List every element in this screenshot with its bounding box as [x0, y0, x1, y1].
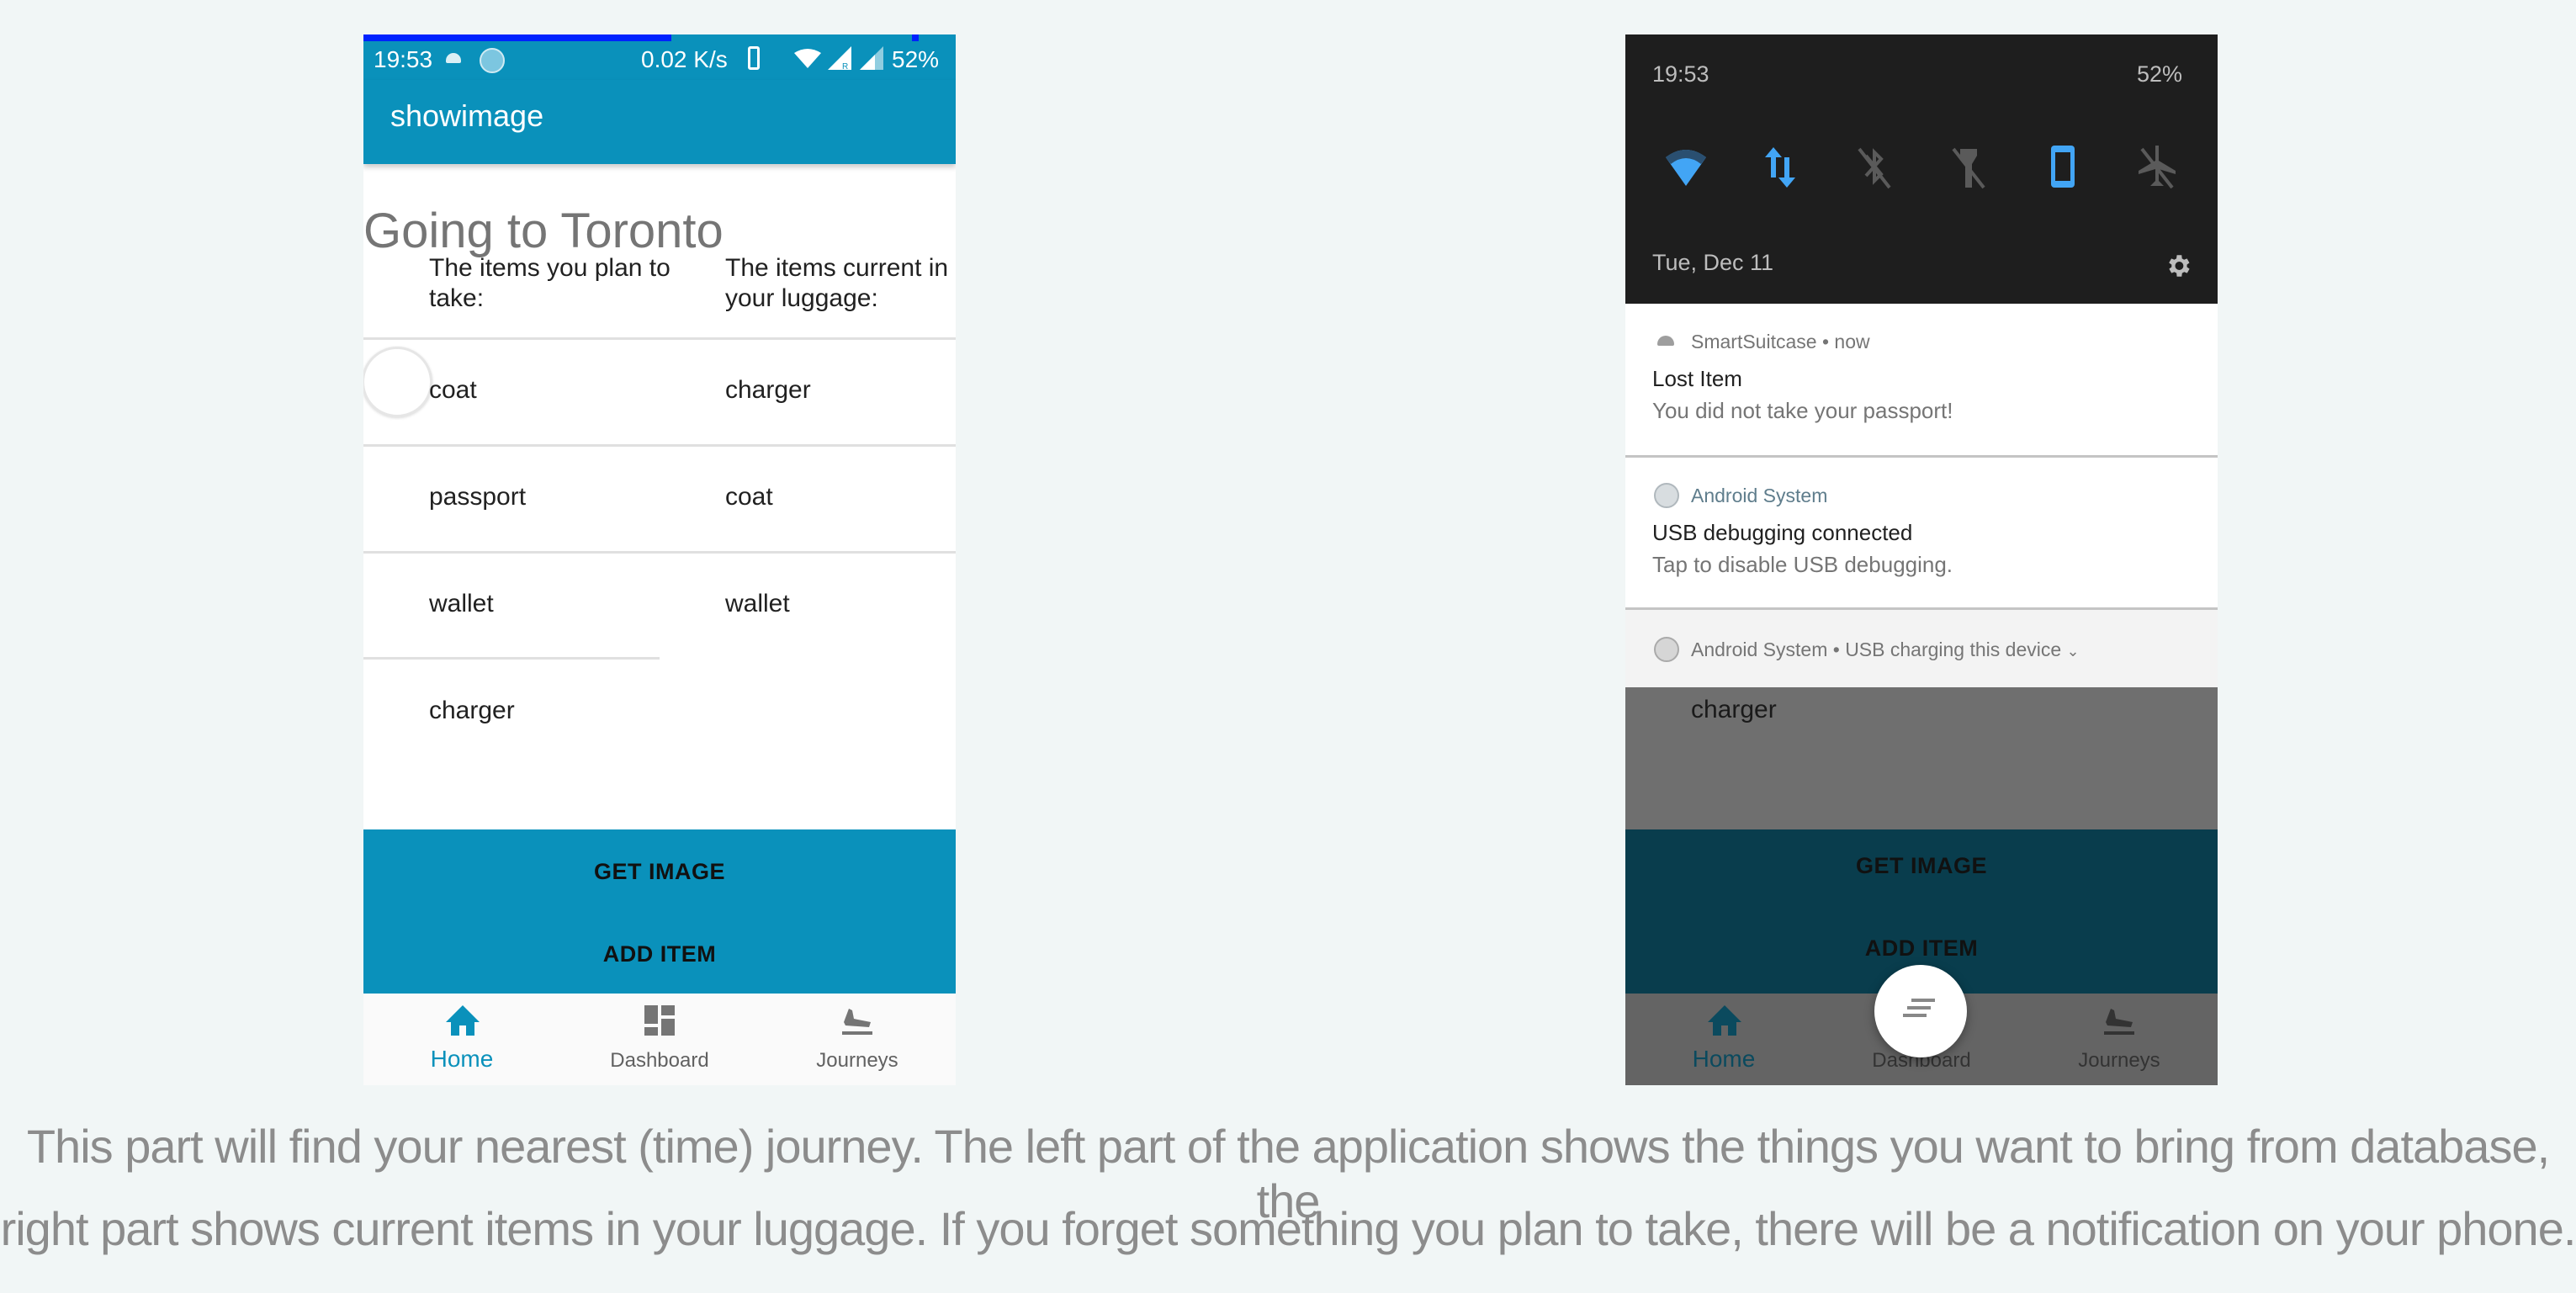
shade-battery: 52% — [2137, 61, 2183, 87]
touch-ripple — [363, 347, 432, 417]
planned-item[interactable]: coat — [429, 376, 477, 405]
home-icon — [1708, 1005, 1741, 1036]
separator: • — [1816, 331, 1835, 352]
notification-overflow-button[interactable] — [1874, 965, 1967, 1057]
divider — [363, 337, 956, 340]
vibrate-icon — [748, 46, 760, 70]
dimmed-list: charger — [1625, 687, 2218, 829]
divider — [363, 551, 956, 554]
chevron-down-icon[interactable]: ⌄ — [2067, 643, 2080, 660]
wifi-icon[interactable] — [1662, 144, 1709, 191]
notification-app: Android System — [1691, 485, 1828, 506]
settings-gear-icon[interactable] — [2164, 252, 2192, 280]
notification-time: now — [1834, 331, 1870, 352]
signal-icon — [860, 46, 883, 70]
bottom-nav: Home Dashboard Journeys — [363, 994, 956, 1085]
android-icon — [1657, 336, 1674, 346]
notification-title: USB debugging connected — [1652, 520, 1913, 545]
nav-journeys[interactable]: Journeys — [759, 994, 956, 1085]
add-item-button: ADD ITEM — [1864, 935, 1979, 961]
bluetooth-off-icon[interactable] — [1851, 144, 1898, 191]
shade-time: 19:53 — [1652, 61, 1709, 87]
wifi-icon — [794, 49, 821, 68]
nav-label: Home — [430, 1046, 494, 1072]
flight-land-icon — [2104, 1009, 2134, 1035]
right-phone-screen: 19:53 52% Tue, Dec 11 SmartSuitcase • no… — [1625, 34, 2218, 1085]
get-image-button[interactable]: GET IMAGE — [363, 853, 956, 890]
mobile-data-icon[interactable] — [1757, 144, 1804, 191]
network-speed: 0.02 K/s — [641, 46, 728, 72]
current-item[interactable]: charger — [725, 376, 811, 405]
nav-dashboard[interactable]: Dashboard — [561, 994, 758, 1085]
signal-roaming-icon: R — [828, 46, 851, 70]
current-item[interactable]: coat — [725, 483, 773, 511]
divider — [363, 444, 956, 447]
dashboard-icon — [644, 1005, 675, 1036]
app-bar: showimage — [363, 80, 956, 164]
android-system-icon — [1654, 637, 1679, 662]
flight-land-icon — [842, 1009, 872, 1035]
notification-header: SmartSuitcase • now — [1691, 331, 1870, 353]
status-bar: 19:53 0.02 K/s R 52% — [363, 34, 956, 80]
notification-text: • USB charging this device — [1827, 639, 2062, 660]
current-item[interactable]: wallet — [725, 590, 790, 618]
notification-app: Android System — [1691, 639, 1828, 660]
status-time: 19:53 — [374, 46, 433, 72]
notification-body: Tap to disable USB debugging. — [1652, 552, 1953, 577]
nav-label: Home — [1692, 1046, 1756, 1072]
nav-home[interactable]: Home — [363, 994, 560, 1085]
clear-all-icon — [1903, 999, 1935, 1017]
notification-body: You did not take your passport! — [1652, 398, 1953, 423]
nav-label: Journeys — [816, 1049, 898, 1072]
notification-app: SmartSuitcase — [1691, 331, 1817, 352]
download-progress-bar — [363, 34, 671, 41]
caption-line-2: right part shows current items in your l… — [0, 1202, 2576, 1255]
planned-item[interactable]: charger — [429, 697, 515, 725]
notification-usb-charging[interactable]: Android System • USB charging this devic… — [1625, 610, 2218, 687]
auto-rotate-icon[interactable] — [2039, 144, 2086, 191]
left-phone-screen: 19:53 0.02 K/s R 52% showimage Going to … — [363, 34, 956, 1085]
android-icon — [446, 53, 461, 63]
planned-items-header: The items you plan to take: — [429, 254, 671, 312]
notification-smartsuitcase[interactable]: SmartSuitcase • now Lost Item You did no… — [1625, 304, 2218, 458]
notification-shade-header: 19:53 52% Tue, Dec 11 — [1625, 34, 2218, 304]
nav-label: Dashboard — [610, 1049, 709, 1072]
planned-item: charger — [1691, 696, 1777, 723]
divider — [363, 657, 660, 660]
home-icon — [446, 1005, 480, 1036]
notification-title: Lost Item — [1652, 366, 1742, 391]
nav-label: Journeys — [2078, 1049, 2160, 1072]
button-area: GET IMAGE ADD ITEM — [363, 829, 956, 994]
page-title: Going to Toronto — [363, 204, 724, 258]
notification-summary: Android System • USB charging this devic… — [1691, 639, 2080, 661]
add-item-button[interactable]: ADD ITEM — [363, 935, 956, 972]
shade-date: Tue, Dec 11 — [1652, 250, 1774, 275]
notification-usb-debugging[interactable]: Android System USB debugging connected T… — [1625, 458, 2218, 610]
current-items-header: The items current in your luggage: — [725, 254, 949, 312]
get-image-button: GET IMAGE — [1855, 853, 1987, 878]
planned-item[interactable]: passport — [429, 483, 526, 511]
sync-icon — [480, 48, 505, 73]
planned-item[interactable]: wallet — [429, 590, 494, 618]
svg-text:R: R — [842, 62, 848, 70]
android-system-icon — [1654, 483, 1679, 508]
flashlight-off-icon[interactable] — [1945, 144, 1992, 191]
progress-marker — [912, 34, 919, 41]
app-title: showimage — [390, 98, 544, 133]
airplane-mode-off-icon[interactable] — [2133, 144, 2181, 191]
battery-percent: 52% — [892, 46, 940, 72]
